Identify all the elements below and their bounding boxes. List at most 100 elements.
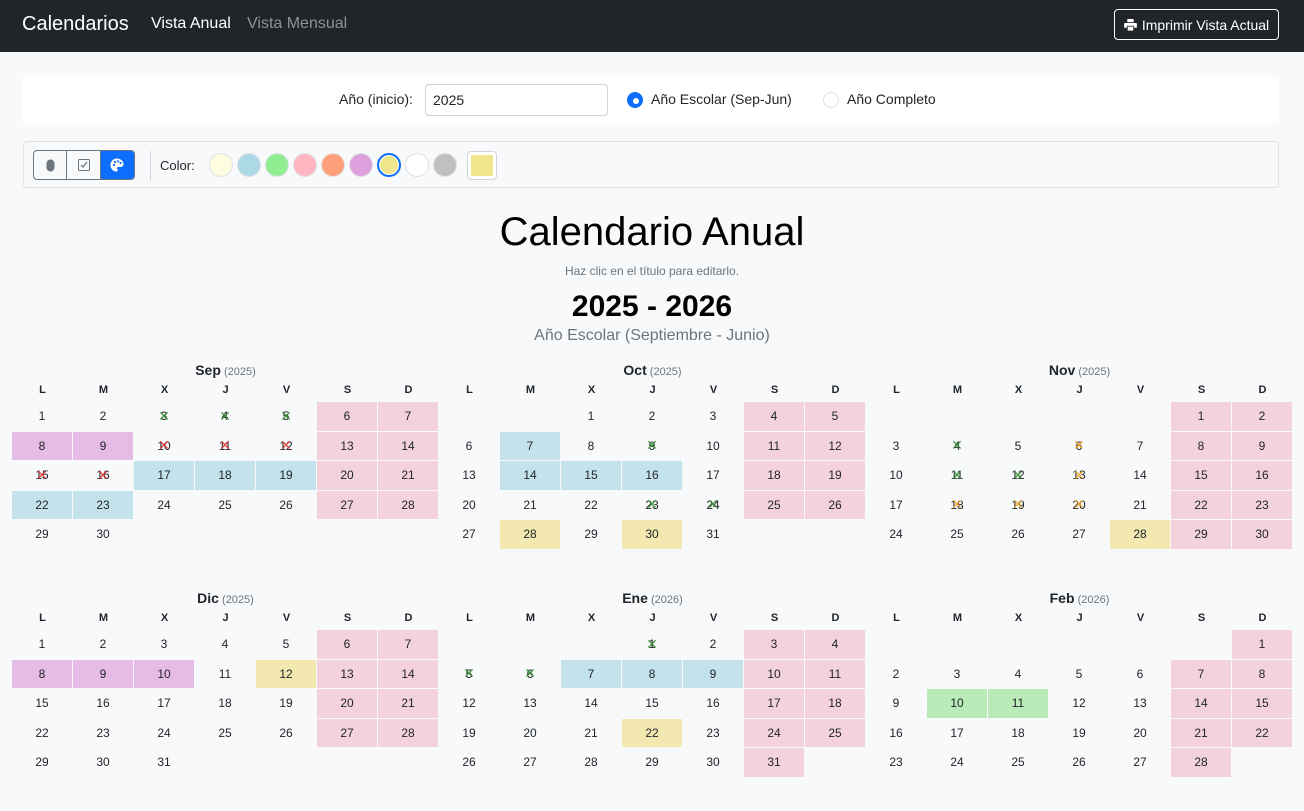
day-cell[interactable]: 27 [500, 748, 560, 777]
day-cell[interactable]: 22 [1232, 718, 1292, 747]
day-cell[interactable]: 16 [683, 689, 743, 718]
day-cell[interactable]: 20 [317, 461, 377, 490]
day-cell[interactable]: 21 [1110, 491, 1170, 520]
day-cell[interactable]: 4 ✕ [195, 402, 255, 431]
day-cell[interactable]: 4 [744, 402, 804, 431]
day-cell[interactable]: 17 [134, 689, 194, 718]
day-cell[interactable]: 30 [683, 748, 743, 777]
day-cell[interactable]: 11 [805, 659, 865, 688]
day-cell[interactable]: 30 [73, 748, 133, 777]
year-input[interactable]: 2025 [425, 84, 608, 116]
day-cell[interactable]: 10 [683, 432, 743, 461]
day-cell[interactable]: 28 [561, 748, 621, 777]
day-cell[interactable]: 18 [744, 461, 804, 490]
day-cell[interactable]: 15 [12, 689, 72, 718]
day-cell[interactable]: 13 [317, 431, 377, 460]
day-cell[interactable]: 27 [317, 718, 377, 747]
day-cell[interactable]: 25 [988, 748, 1048, 777]
day-cell[interactable]: 2 [866, 660, 926, 689]
day-cell[interactable]: 1 [1171, 402, 1231, 431]
day-cell[interactable]: 7 [1171, 659, 1231, 688]
day-cell[interactable]: 7 [378, 402, 438, 431]
day-cell[interactable]: 21 [500, 491, 560, 520]
color-swatch[interactable] [237, 153, 261, 177]
full-year-label[interactable]: Año Completo [847, 91, 936, 107]
day-cell[interactable]: 18 [195, 689, 255, 718]
day-cell[interactable]: 18 [805, 689, 865, 718]
color-swatch[interactable] [265, 153, 289, 177]
day-cell[interactable]: 9 [1232, 431, 1292, 460]
day-cell[interactable]: 7 [561, 659, 621, 688]
print-button[interactable]: Imprimir Vista Actual [1114, 9, 1279, 40]
day-cell[interactable]: 28 [378, 490, 438, 519]
color-swatch[interactable] [433, 153, 457, 177]
day-cell[interactable]: 15 ✕ [12, 461, 72, 490]
day-cell[interactable]: 12 [805, 431, 865, 460]
day-cell[interactable]: 22 [12, 719, 72, 748]
day-cell[interactable]: 2 [622, 402, 682, 431]
day-cell[interactable]: 2 [683, 630, 743, 659]
day-cell[interactable]: 4 [195, 630, 255, 659]
day-cell[interactable]: 22 [561, 491, 621, 520]
day-cell[interactable]: 10 [927, 689, 987, 718]
day-cell[interactable]: 28 [500, 520, 560, 549]
day-cell[interactable]: 10 ✕ [134, 432, 194, 461]
day-cell[interactable]: 5 ✕ [256, 402, 316, 431]
day-cell[interactable]: 5 ✕ [439, 660, 499, 689]
color-swatch[interactable] [377, 153, 401, 177]
day-cell[interactable]: 4 [988, 660, 1048, 689]
day-cell[interactable]: 19 [439, 719, 499, 748]
day-cell[interactable]: 19 [1049, 719, 1109, 748]
day-cell[interactable]: 28 [1171, 748, 1231, 777]
day-cell[interactable]: 21 [561, 719, 621, 748]
day-cell[interactable]: 1 [1232, 630, 1292, 659]
day-cell[interactable]: 5 [805, 402, 865, 431]
day-cell[interactable]: 11 [195, 660, 255, 689]
color-swatch[interactable] [405, 153, 429, 177]
day-cell[interactable]: 21 [378, 461, 438, 490]
day-cell[interactable]: 26 [256, 491, 316, 520]
day-cell[interactable]: 2 [73, 402, 133, 431]
day-cell[interactable]: 20 ✕ [1049, 491, 1109, 520]
color-swatch[interactable] [293, 153, 317, 177]
day-cell[interactable]: 20 [317, 689, 377, 718]
day-cell[interactable]: 20 [1110, 719, 1170, 748]
day-cell[interactable]: 17 [866, 491, 926, 520]
day-cell[interactable]: 3 ✕ [134, 402, 194, 431]
day-cell[interactable]: 19 [256, 461, 316, 490]
day-cell[interactable]: 30 [1232, 520, 1292, 549]
day-cell[interactable]: 25 [195, 491, 255, 520]
day-cell[interactable]: 23 [73, 719, 133, 748]
day-cell[interactable]: 16 ✕ [73, 461, 133, 490]
day-cell[interactable]: 12 ✕ [988, 461, 1048, 490]
day-cell[interactable]: 11 ✕ [195, 432, 255, 461]
day-cell[interactable]: 3 [927, 660, 987, 689]
day-cell[interactable]: 27 [1049, 520, 1109, 549]
nav-vista-mensual[interactable]: Vista Mensual [247, 15, 347, 33]
day-cell[interactable]: 25 [927, 520, 987, 549]
day-cell[interactable]: 6 [1110, 660, 1170, 689]
day-cell[interactable]: 21 [378, 689, 438, 718]
day-cell[interactable]: 8 [1232, 659, 1292, 688]
day-cell[interactable]: 5 [988, 432, 1048, 461]
day-cell[interactable]: 12 [256, 659, 316, 688]
color-swatch[interactable] [209, 153, 233, 177]
day-cell[interactable]: 12 ✕ [256, 432, 316, 461]
day-cell[interactable]: 21 [1171, 718, 1231, 747]
school-year-label[interactable]: Año Escolar (Sep-Jun) [651, 91, 792, 107]
day-cell[interactable]: 17 [744, 689, 804, 718]
day-cell[interactable]: 3 [134, 630, 194, 659]
day-cell[interactable]: 8 [1171, 431, 1231, 460]
day-cell[interactable]: 17 [683, 461, 743, 490]
day-cell[interactable]: 23 [1232, 490, 1292, 519]
day-cell[interactable]: 16 [1232, 461, 1292, 490]
day-cell[interactable]: 11 ✕ [927, 461, 987, 490]
day-cell[interactable]: 29 [1171, 520, 1231, 549]
day-cell[interactable]: 7 [378, 630, 438, 659]
day-cell[interactable]: 15 [622, 689, 682, 718]
day-cell[interactable]: 27 [439, 520, 499, 549]
day-cell[interactable]: 25 [744, 490, 804, 519]
day-cell[interactable]: 25 [195, 719, 255, 748]
day-cell[interactable]: 24 [744, 718, 804, 747]
day-cell[interactable]: 25 [805, 718, 865, 747]
